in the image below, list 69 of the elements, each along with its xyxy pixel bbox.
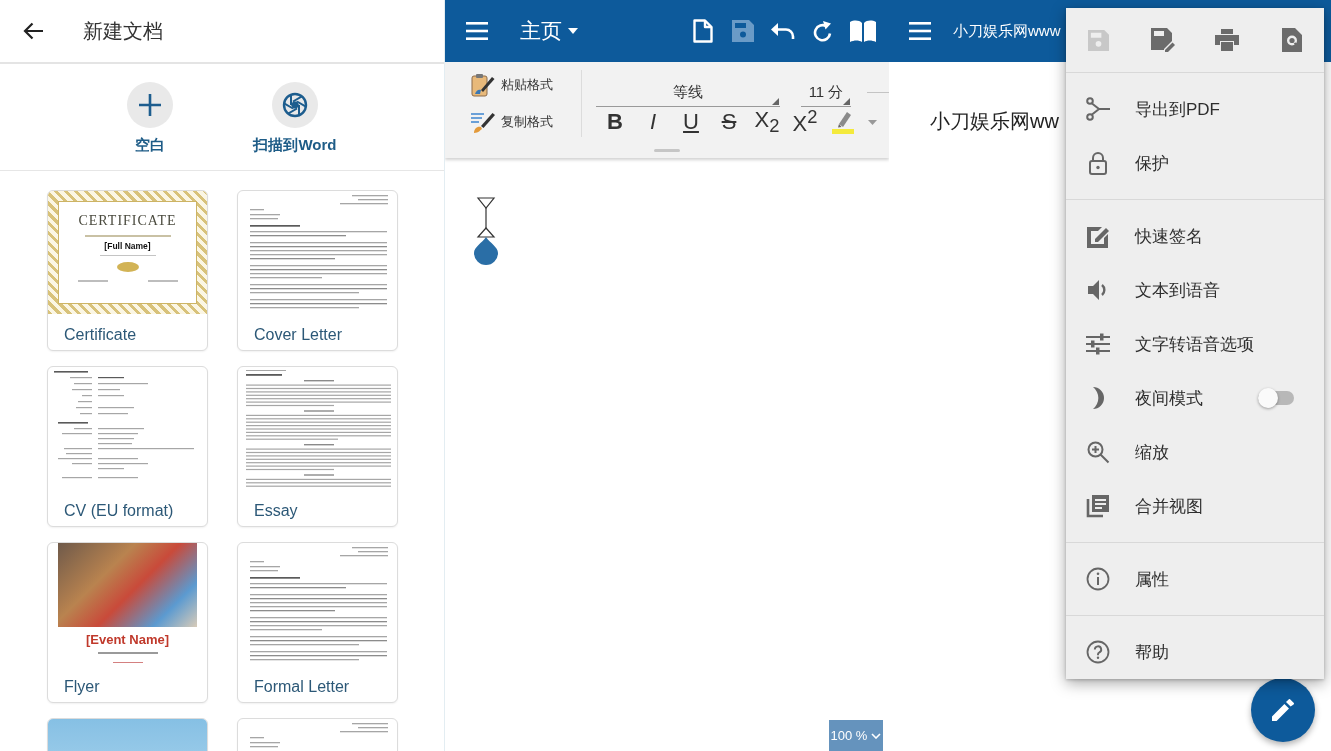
document-title: 小刀娱乐网www xyxy=(953,21,1061,41)
blank-document-button[interactable]: 空白 xyxy=(95,64,205,154)
document-icon xyxy=(693,19,713,43)
template-card[interactable]: [Event Name] Flyer xyxy=(47,542,208,703)
plus-icon xyxy=(127,82,173,128)
edit-button[interactable] xyxy=(1251,678,1315,742)
stacked-pages-icon xyxy=(1086,494,1110,518)
preview-name: [Full Name] xyxy=(104,240,151,251)
printer-icon xyxy=(1215,29,1240,51)
menu-item[interactable]: 保护 xyxy=(1066,136,1324,190)
seal-icon xyxy=(116,262,139,272)
highlighter-icon xyxy=(831,110,855,134)
template-card[interactable]: CV (EU format) xyxy=(47,366,208,527)
undo-icon xyxy=(771,23,795,39)
template-card[interactable]: Cover Letter xyxy=(237,190,398,351)
menu-item[interactable]: 快速签名 xyxy=(1066,209,1324,263)
document-search-icon xyxy=(1281,28,1302,52)
menu-item[interactable]: 夜间模式 xyxy=(1066,371,1324,425)
menu-icon xyxy=(909,22,931,40)
scan-to-word-button[interactable]: 扫描到Word xyxy=(240,64,350,154)
preview-heading: [Event Name] xyxy=(85,632,170,648)
template-card[interactable]: Formal Letter xyxy=(237,542,398,703)
menu-item[interactable]: 文字转语音选项 xyxy=(1066,317,1324,371)
menu-item[interactable]: 属性 xyxy=(1066,552,1324,606)
strikethrough-button[interactable]: S xyxy=(710,107,748,137)
arrow-left-icon xyxy=(23,22,43,40)
corner-triangle-icon xyxy=(843,98,850,105)
chevron-down-icon xyxy=(871,732,882,739)
superscript-button[interactable]: X$^{2}$ xyxy=(786,107,824,137)
help-icon xyxy=(1086,640,1110,664)
copy-format-button[interactable]: 复制格式 xyxy=(445,107,553,137)
zoom-in-icon xyxy=(1086,440,1110,464)
caret-icon xyxy=(568,28,578,34)
template-card[interactable]: Essay xyxy=(237,366,398,527)
selection-handle[interactable] xyxy=(473,197,499,265)
ribbon-tab-dropdown[interactable]: 主页 xyxy=(520,11,578,51)
subscript-button[interactable]: X$_{2}$ xyxy=(748,107,786,137)
font-size-field[interactable]: 11 分 xyxy=(801,78,851,107)
pencil-icon xyxy=(1272,699,1294,721)
book-icon xyxy=(850,20,876,42)
template-card[interactable]: CERTIFICATE [Full Name] Certificate xyxy=(47,190,208,351)
brush-lines-icon xyxy=(471,110,495,134)
menu-item[interactable]: 帮助 xyxy=(1066,625,1324,679)
menu-item[interactable]: 导出到PDF xyxy=(1066,82,1324,136)
corner-triangle-icon xyxy=(772,98,779,105)
clipboard-brush-icon xyxy=(471,73,495,97)
document-text: 小刀娱乐网ww xyxy=(930,110,1059,132)
sliders-icon xyxy=(1086,332,1110,356)
aperture-icon xyxy=(272,82,318,128)
lock-icon xyxy=(1086,151,1110,175)
preview-heading: CERTIFICATE xyxy=(78,213,177,229)
menu-item[interactable]: 缩放 xyxy=(1066,425,1324,479)
underline-button[interactable]: U xyxy=(672,107,710,137)
screen-title: 新建文档 xyxy=(83,18,163,44)
save-icon xyxy=(732,20,754,42)
bold-button[interactable]: B xyxy=(596,107,634,137)
paste-format-button[interactable]: 粘贴格式 xyxy=(445,70,553,100)
toggle-switch[interactable] xyxy=(1258,388,1294,408)
menu-item[interactable]: 文本到语音 xyxy=(1066,263,1324,317)
floppy-pen-icon xyxy=(1150,28,1175,52)
save-icon xyxy=(1087,29,1109,51)
menu-item[interactable]: 合并视图 xyxy=(1066,479,1324,533)
redo-icon xyxy=(813,20,833,42)
menu-icon xyxy=(466,22,488,40)
italic-button[interactable]: I xyxy=(634,107,672,137)
caret-icon xyxy=(867,119,877,125)
font-name-field[interactable]: 等线 xyxy=(596,78,780,107)
branch-icon xyxy=(1086,97,1110,121)
info-icon xyxy=(1086,567,1110,591)
